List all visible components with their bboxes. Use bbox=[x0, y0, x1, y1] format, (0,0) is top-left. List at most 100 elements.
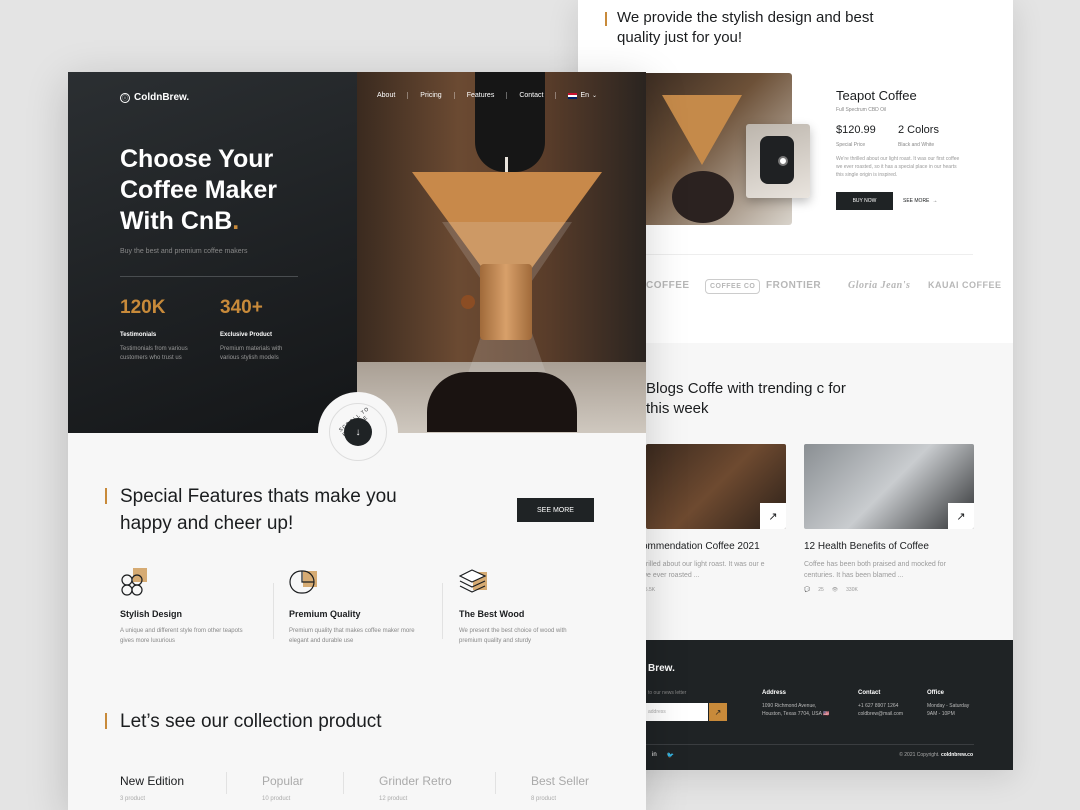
divider bbox=[495, 772, 496, 794]
collection-title: Let’s see our collection product bbox=[105, 708, 382, 735]
logo-text: ColdnBrew. bbox=[134, 92, 190, 103]
see-more-button[interactable]: SEE MORE bbox=[517, 498, 594, 522]
product-price: $120.99 bbox=[836, 124, 876, 136]
hero-title-dot: . bbox=[232, 207, 240, 235]
feature-title: Premium Quality bbox=[289, 609, 361, 619]
arrow-down-icon[interactable]: ↓ bbox=[344, 418, 372, 446]
logo-icon: ⓘ bbox=[120, 92, 130, 103]
comment-icon: 💬 bbox=[804, 587, 811, 593]
nav-pricing[interactable]: Pricing bbox=[407, 92, 453, 99]
footer-address: Address 1090 Richmond Avenue, Houston, T… bbox=[762, 690, 829, 718]
views-count: 330K bbox=[846, 587, 858, 593]
product-thumbnail[interactable] bbox=[746, 124, 810, 198]
features-title-line: Special Features thats make you bbox=[120, 486, 397, 507]
tab-count: 12 product bbox=[379, 796, 408, 802]
feature-item: The Best Wood We present the best choice… bbox=[458, 568, 599, 646]
stat-products: 340+ Exclusive Product Premium materials… bbox=[220, 297, 300, 363]
layers-icon bbox=[458, 568, 489, 596]
footer-address-text: 1090 Richmond Avenue, Houston, Texas 770… bbox=[762, 703, 830, 717]
stat-number: 340+ bbox=[220, 297, 263, 318]
scroll-to-explore[interactable]: SCROLL TO EXPLORE ↓ bbox=[318, 392, 398, 472]
see-more-label: SEE MORE bbox=[537, 506, 574, 514]
blog-meta: 💬 25 👁 330K bbox=[804, 587, 858, 593]
uk-flag-icon bbox=[568, 92, 578, 99]
comments-count: 25 bbox=[818, 587, 824, 593]
copyright-site[interactable]: coldnbrew.co bbox=[941, 752, 973, 758]
tab-best-seller[interactable]: Best Seller 8 product bbox=[531, 774, 589, 802]
newsletter-email-input[interactable]: address bbox=[642, 703, 708, 721]
feature-title: The Best Wood bbox=[459, 609, 525, 619]
chevron-down-icon: ⌄ bbox=[592, 93, 598, 99]
divider bbox=[442, 583, 443, 639]
hero-subtitle: Buy the best and premium coffee makers bbox=[120, 248, 248, 255]
copyright-text: © 2021 Copyright. bbox=[899, 752, 940, 758]
divider bbox=[638, 254, 973, 255]
language-label: En bbox=[580, 92, 590, 99]
tab-label: New Edition bbox=[120, 774, 185, 788]
product-colors-label: Black and White bbox=[898, 142, 935, 148]
feature-item: Premium Quality Premium quality that mak… bbox=[289, 568, 429, 646]
newsletter-label: to our news letter bbox=[648, 690, 687, 696]
feature-desc: A unique and different style from other … bbox=[120, 628, 243, 644]
stat-label: Exclusive Product bbox=[220, 332, 273, 338]
blog-desc: Coffee has been both praised and mocked … bbox=[804, 561, 946, 579]
tab-label: Popular bbox=[262, 774, 304, 788]
stat-testimonials: 120K Testimonials Testimonials from vari… bbox=[120, 297, 200, 363]
product-price-label: Special Price bbox=[836, 142, 866, 148]
blog-desc: hrilled about our light roast. It was ou… bbox=[642, 561, 765, 579]
arrow-up-right-icon[interactable]: ↗ bbox=[760, 503, 786, 529]
blog-title[interactable]: ommendation Coffee 2021 bbox=[642, 541, 760, 552]
site-logo[interactable]: ⓘ ColdnBrew. bbox=[120, 92, 189, 103]
language-selector[interactable]: En ⌄ bbox=[555, 92, 609, 99]
quality-icon bbox=[289, 568, 319, 596]
blog-title[interactable]: 12 Health Benefits of Coffee bbox=[804, 541, 929, 552]
divider bbox=[343, 772, 344, 794]
eye-icon: 👁 bbox=[831, 587, 839, 593]
features-title: Special Features thats make you happy an… bbox=[105, 483, 397, 537]
footer-office-text: Monday - Saturday 9AM - 10PM bbox=[927, 703, 970, 717]
tab-label: Best Seller bbox=[531, 774, 590, 788]
footer-contact-text: +1 627 8907 1264 coldbrew@mail.com bbox=[858, 703, 904, 717]
footer-logo: Brew. bbox=[648, 663, 675, 674]
buy-now-button[interactable]: BUY NOW bbox=[836, 192, 893, 210]
hero-title: Choose Your Coffee Maker With CnB. bbox=[120, 144, 340, 237]
hero-title-line: With CnB. bbox=[120, 206, 340, 237]
brand-logo: COFFEE CO bbox=[705, 279, 761, 294]
tab-count: 10 product bbox=[262, 796, 291, 802]
divider bbox=[226, 772, 227, 794]
twitter-icon[interactable]: 🐦 bbox=[667, 752, 674, 759]
product-colors: 2 Colors bbox=[898, 124, 939, 136]
main-nav: About Pricing Features Contact En ⌄ bbox=[377, 92, 609, 99]
product-see-more-link[interactable]: SEE MORE → bbox=[903, 192, 937, 210]
copyright: © 2021 Copyright. coldnbrew.co bbox=[899, 752, 973, 758]
nav-contact[interactable]: Contact bbox=[506, 92, 555, 99]
buy-now-label: BUY NOW bbox=[852, 198, 877, 204]
tab-grinder-retro[interactable]: Grinder Retro 12 product bbox=[379, 774, 452, 802]
nav-features[interactable]: Features bbox=[453, 92, 507, 99]
footer-office-heading: Office bbox=[927, 690, 945, 696]
tab-count: 8 product bbox=[531, 796, 557, 802]
product-title: Teapot Coffee bbox=[836, 88, 917, 103]
front-page-card: ⓘ ColdnBrew. About Pricing Features Cont… bbox=[68, 72, 646, 810]
divider bbox=[642, 744, 974, 745]
arrow-right-icon: → bbox=[932, 198, 938, 204]
blog-image[interactable]: ↗ bbox=[646, 444, 786, 529]
hero-title-text: With CnB bbox=[120, 207, 233, 235]
hero-section: ⓘ ColdnBrew. About Pricing Features Cont… bbox=[68, 72, 646, 433]
product-description: We're thrilled about our light roast. It… bbox=[836, 156, 960, 178]
stat-desc: Testimonials from various customers who … bbox=[120, 346, 188, 361]
footer-office: Office Monday - Saturday 9AM - 10PM bbox=[927, 690, 969, 718]
nav-about[interactable]: About bbox=[377, 92, 407, 99]
arrow-up-right-icon[interactable]: ↗ bbox=[948, 503, 974, 529]
divider bbox=[120, 276, 298, 277]
newsletter-submit-button[interactable]: ↗ bbox=[709, 703, 727, 721]
arrow-up-right-icon: ↗ bbox=[714, 707, 722, 717]
tab-popular[interactable]: Popular 10 product bbox=[262, 774, 303, 802]
tab-new-edition[interactable]: New Edition 3 product bbox=[120, 774, 184, 802]
feature-title: Stylish Design bbox=[120, 609, 183, 619]
features-title-line: happy and cheer up! bbox=[120, 513, 294, 534]
blog-image[interactable]: ↗ bbox=[804, 444, 974, 529]
linkedin-icon[interactable]: in bbox=[652, 752, 657, 759]
feature-desc: We present the best choice of wood with … bbox=[459, 628, 567, 644]
product-subtitle: Full Spectrum CBD Oil bbox=[836, 107, 887, 113]
